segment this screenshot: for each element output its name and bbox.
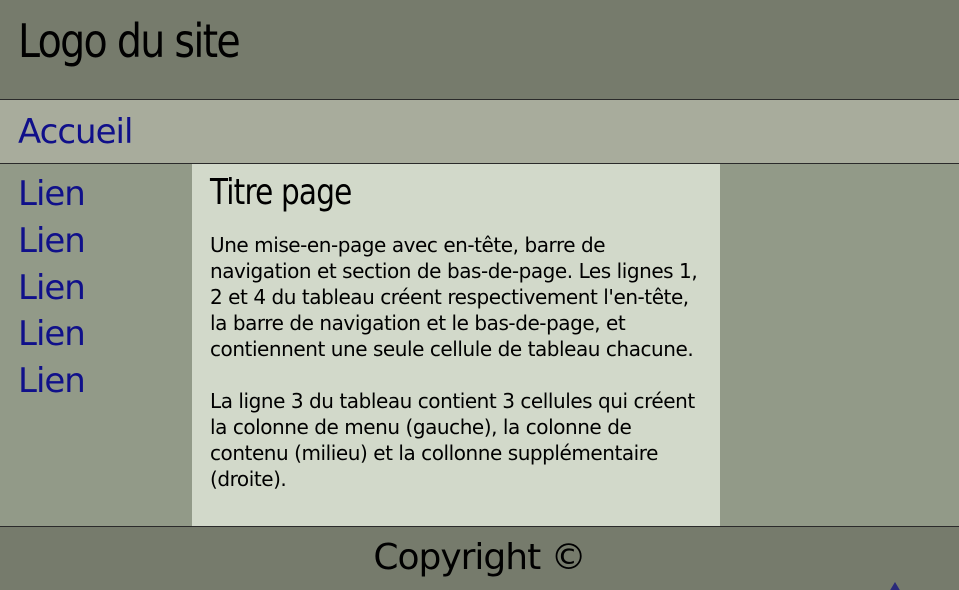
menu-list: Lien Lien Lien Lien Lien xyxy=(18,174,86,408)
menu-link[interactable]: Lien xyxy=(18,174,86,214)
content-paragraph: La ligne 3 du tableau contient 3 cellule… xyxy=(210,389,695,491)
menu-item: Lien xyxy=(18,314,86,361)
menu-item: Lien xyxy=(18,268,86,315)
menu-link[interactable]: Lien xyxy=(18,221,86,261)
content-paragraph: Une mise-en-page avec en-tête, barre de … xyxy=(210,233,698,361)
menu-item: Lien xyxy=(18,361,86,408)
arrow-up-icon[interactable] xyxy=(886,580,904,590)
copyright-text: Copyright © xyxy=(373,537,586,578)
site-footer: Copyright © xyxy=(0,526,959,590)
page-title: Titre page xyxy=(210,172,352,213)
menu-link[interactable]: Lien xyxy=(18,314,86,354)
navigation-bar: Accueil xyxy=(0,100,959,164)
content-column: Titre page Une mise-en-page avec en-tête… xyxy=(192,164,720,526)
extra-column xyxy=(720,164,959,526)
menu-item: Lien xyxy=(18,221,86,268)
menu-link[interactable]: Lien xyxy=(18,361,86,401)
site-logo: Logo du site xyxy=(18,14,241,68)
menu-column: Lien Lien Lien Lien Lien xyxy=(0,164,192,526)
nav-home-link[interactable]: Accueil xyxy=(18,112,133,152)
menu-item: Lien xyxy=(18,174,86,221)
site-header: Logo du site xyxy=(0,0,959,100)
page: Logo du site Accueil Lien Lien Lien Lien… xyxy=(0,0,959,590)
menu-link[interactable]: Lien xyxy=(18,268,86,308)
